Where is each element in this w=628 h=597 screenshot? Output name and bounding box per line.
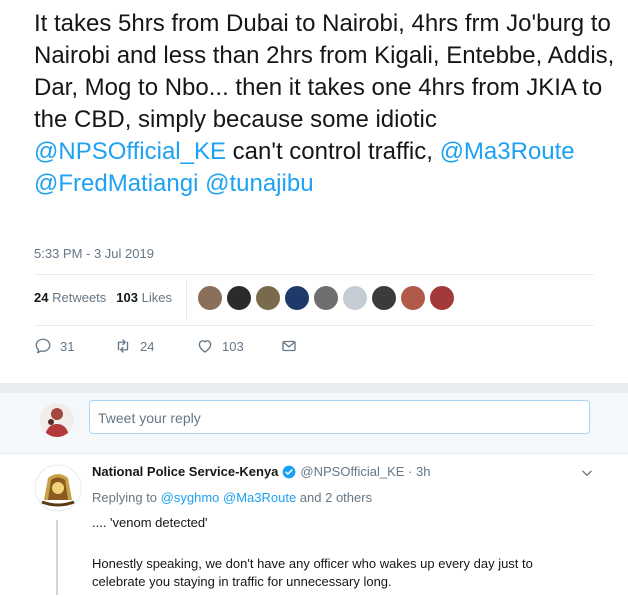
mention-npsofficial[interactable]: @NPSOfficial_KE bbox=[34, 138, 226, 165]
reply-text-line1: .... 'venom detected' bbox=[92, 515, 208, 530]
retweets-label: Retweets bbox=[52, 290, 107, 305]
liker-avatar-9[interactable] bbox=[430, 286, 454, 310]
reply-compose: Tweet your reply bbox=[0, 393, 628, 454]
liker-avatar-4[interactable] bbox=[285, 286, 309, 310]
mention-ma3route[interactable]: @Ma3Route bbox=[440, 138, 575, 165]
liker-avatar-5[interactable] bbox=[314, 286, 338, 310]
reply-count: 31 bbox=[60, 338, 75, 354]
reply-action[interactable]: 31 bbox=[34, 337, 114, 355]
liker-avatars bbox=[198, 286, 454, 310]
stats-divider bbox=[186, 280, 187, 320]
retweet-action[interactable]: 24 bbox=[114, 337, 196, 355]
mention-fredmatiangi[interactable]: @FredMatiangi bbox=[34, 170, 198, 197]
section-separator bbox=[0, 383, 628, 393]
replying-to: Replying to @syghmo @Ma3Route and 2 othe… bbox=[92, 490, 372, 505]
like-action[interactable]: 103 bbox=[196, 337, 280, 355]
message-action[interactable] bbox=[280, 337, 298, 355]
replying-suffix[interactable]: and 2 others bbox=[296, 490, 372, 505]
user-avatar[interactable] bbox=[40, 403, 74, 437]
divider bbox=[34, 325, 594, 326]
liker-avatar-7[interactable] bbox=[372, 286, 396, 310]
divider bbox=[34, 274, 594, 275]
retweet-count: 24 bbox=[140, 338, 155, 354]
liker-avatar-6[interactable] bbox=[343, 286, 367, 310]
envelope-icon bbox=[282, 340, 296, 352]
reply-author-name[interactable]: National Police Service-Kenya bbox=[92, 464, 278, 479]
tweet-text-body-2: can't control traffic, bbox=[226, 138, 440, 165]
tweet-stats: 24 Retweets 103 Likes bbox=[34, 290, 172, 305]
mention-ma3route-reply[interactable]: @Ma3Route bbox=[223, 490, 296, 505]
retweets-count: 24 bbox=[34, 290, 49, 305]
liker-avatar-8[interactable] bbox=[401, 286, 425, 310]
reply-tweet[interactable]: National Police Service-Kenya @NPSOffici… bbox=[0, 454, 628, 597]
chevron-down-icon[interactable] bbox=[580, 466, 594, 480]
heart-icon bbox=[198, 340, 212, 353]
liker-avatar-3[interactable] bbox=[256, 286, 280, 310]
liker-avatar-1[interactable] bbox=[198, 286, 222, 310]
likes-count: 103 bbox=[116, 290, 138, 305]
likes-label: Likes bbox=[141, 290, 172, 305]
replying-prefix: Replying to bbox=[92, 490, 161, 505]
tweet-actions: 31 24 103 bbox=[34, 337, 298, 355]
like-count: 103 bbox=[222, 338, 244, 354]
reply-header: National Police Service-Kenya @NPSOffici… bbox=[92, 464, 430, 479]
tweet-text-body: It takes 5hrs from Dubai to Nairobi, 4hr… bbox=[34, 10, 615, 133]
retweets-stat[interactable]: 24 Retweets bbox=[34, 290, 106, 305]
reply-text-line2: Honestly speaking, we don't have any off… bbox=[92, 556, 533, 589]
reply-icon bbox=[35, 338, 51, 354]
police-avatar[interactable] bbox=[34, 464, 82, 512]
liker-avatar-2[interactable] bbox=[227, 286, 251, 310]
reply-input[interactable]: Tweet your reply bbox=[89, 400, 590, 434]
tweet-text: It takes 5hrs from Dubai to Nairobi, 4hr… bbox=[34, 8, 624, 200]
thread-line bbox=[56, 520, 58, 595]
tweet-timestamp[interactable]: 5:33 PM - 3 Jul 2019 bbox=[34, 246, 154, 261]
verified-badge-icon bbox=[283, 465, 296, 478]
mention-tunajibu[interactable]: @tunajibu bbox=[205, 170, 313, 197]
mention-syghmo[interactable]: @syghmo bbox=[161, 490, 220, 505]
retweet-icon bbox=[117, 339, 129, 353]
reply-placeholder: Tweet your reply bbox=[98, 410, 201, 426]
police-crest-icon bbox=[34, 464, 82, 512]
likes-stat[interactable]: 103 Likes bbox=[116, 290, 172, 305]
reply-handle-time[interactable]: @NPSOfficial_KE · 3h bbox=[300, 464, 430, 479]
